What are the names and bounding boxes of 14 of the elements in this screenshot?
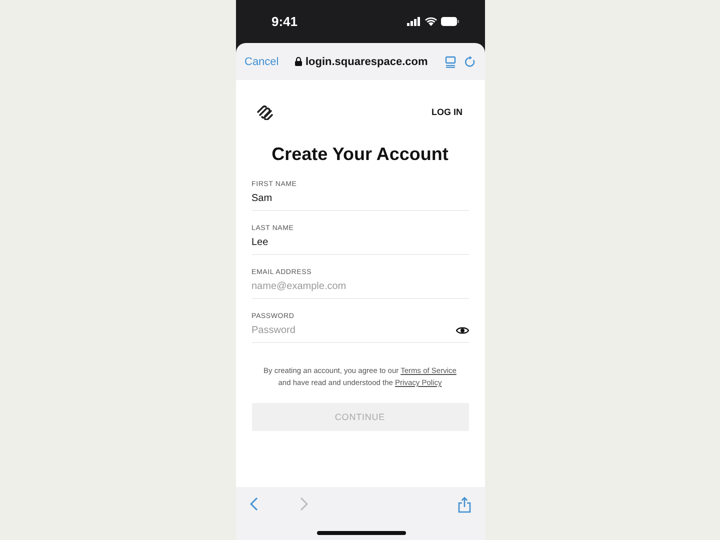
reload-icon[interactable] xyxy=(464,56,476,68)
page-title: Create Your Account xyxy=(270,144,450,165)
back-button[interactable] xyxy=(250,497,258,511)
wifi-icon xyxy=(424,17,436,26)
log-in-link[interactable]: LOG IN xyxy=(432,107,462,117)
status-time: 9:41 xyxy=(270,14,298,29)
lock-icon xyxy=(295,57,302,66)
eye-icon[interactable] xyxy=(456,326,468,335)
share-icon[interactable] xyxy=(458,497,470,513)
logo-icon xyxy=(256,104,274,120)
battery-icon xyxy=(440,17,458,26)
url-field[interactable]: login.squarespace.com xyxy=(286,56,436,68)
reader-icon[interactable] xyxy=(444,56,456,68)
signal-icon xyxy=(406,17,420,26)
